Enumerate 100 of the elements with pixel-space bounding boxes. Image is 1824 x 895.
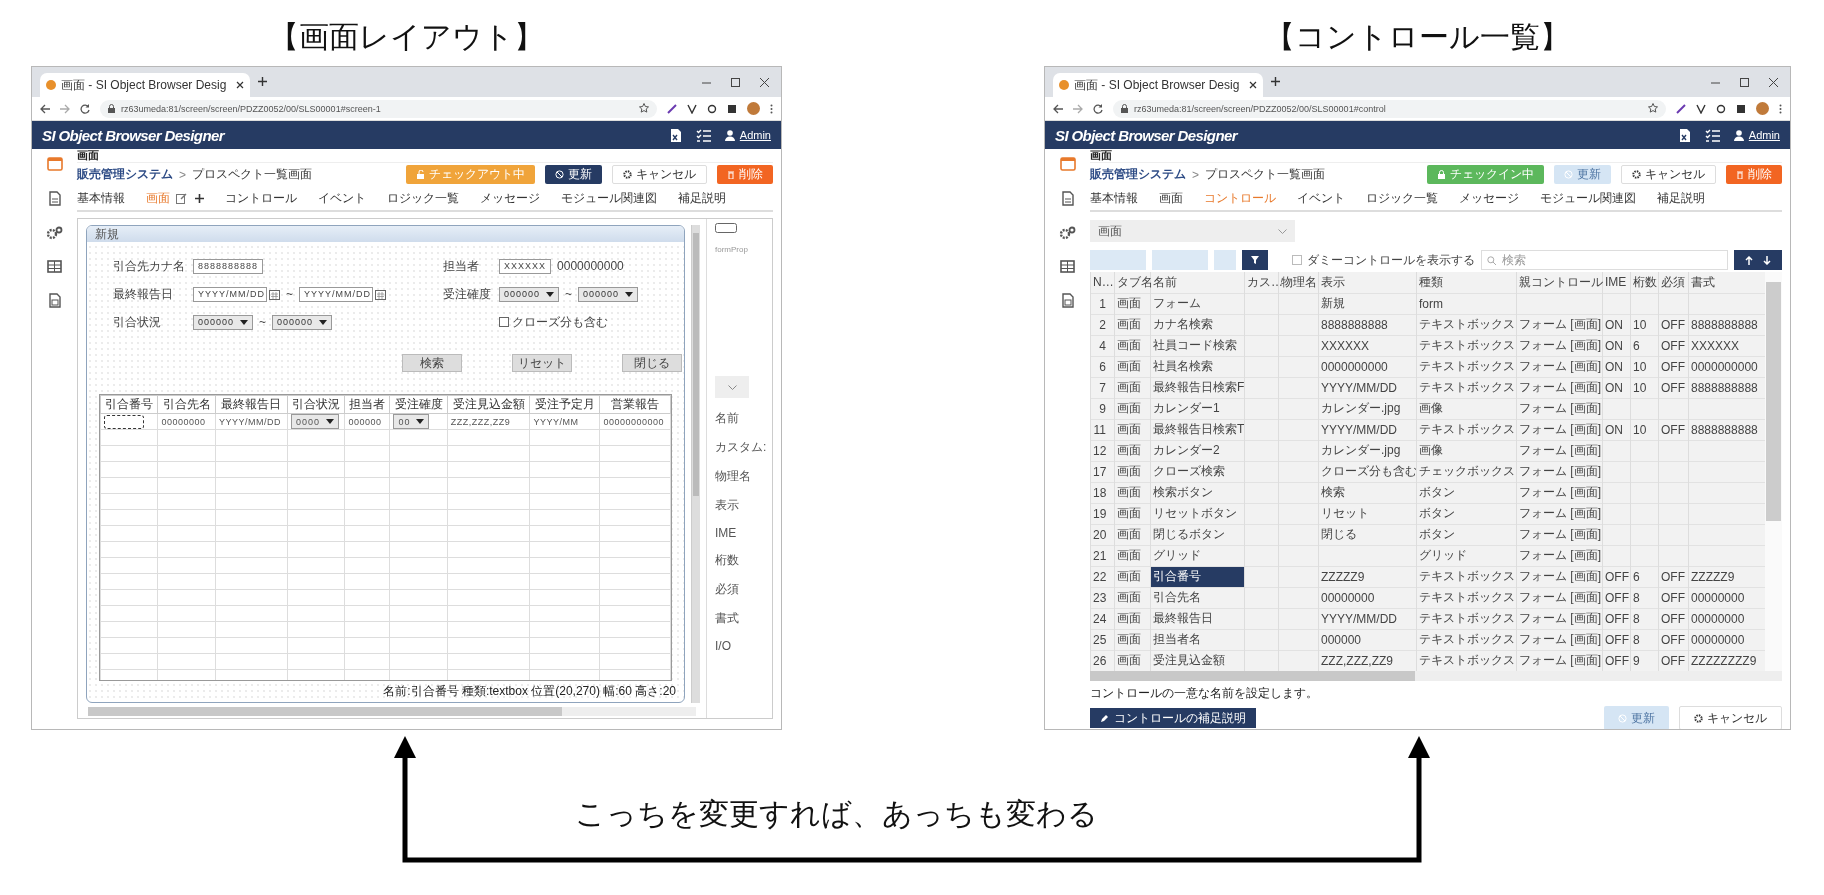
tab[interactable]: 画面 bbox=[1159, 189, 1183, 207]
filter-button[interactable] bbox=[1242, 250, 1268, 270]
window-icon[interactable] bbox=[46, 157, 63, 171]
scrollbar[interactable] bbox=[1764, 272, 1782, 671]
spreadsheet-icon[interactable] bbox=[669, 127, 682, 143]
window-icon[interactable] bbox=[1059, 157, 1076, 171]
table-cell[interactable]: リセットボタン bbox=[1150, 503, 1245, 524]
menu-icon[interactable] bbox=[1779, 103, 1782, 114]
pen-icon[interactable] bbox=[667, 103, 677, 114]
default-button[interactable]: キャンセル bbox=[612, 165, 707, 184]
maximize-icon[interactable] bbox=[1740, 77, 1749, 87]
tab[interactable]: 補足説明 bbox=[1657, 189, 1705, 207]
sync-icon[interactable] bbox=[1716, 103, 1726, 114]
document-icon[interactable] bbox=[48, 191, 61, 206]
browser-tab[interactable]: 画面 - SI Object Browser Desig bbox=[40, 73, 250, 97]
edit-icon[interactable] bbox=[176, 192, 187, 204]
dropdown[interactable]: 000000 bbox=[193, 314, 254, 330]
scrollbar[interactable] bbox=[1090, 671, 1782, 681]
reload-icon[interactable] bbox=[80, 103, 90, 114]
document-icon[interactable] bbox=[1061, 191, 1074, 206]
text-field[interactable]: 8888888888 bbox=[193, 258, 264, 274]
table-icon[interactable] bbox=[1060, 260, 1075, 273]
update-button[interactable]: 更新 bbox=[1554, 165, 1611, 184]
column-header[interactable]: 桁数 bbox=[1630, 272, 1659, 293]
maximize-icon[interactable] bbox=[731, 77, 740, 87]
table-cell[interactable]: 最終報告日 bbox=[1150, 608, 1245, 629]
close-icon[interactable] bbox=[760, 77, 769, 87]
tab[interactable]: ロジック一覧 bbox=[1366, 189, 1438, 207]
browser-tab[interactable]: 画面 - SI Object Browser Desig bbox=[1053, 73, 1263, 97]
square-icon[interactable] bbox=[1736, 103, 1746, 114]
table-cell[interactable]: 最終報告日検索T bbox=[1150, 419, 1245, 440]
calendar-icon[interactable] bbox=[269, 288, 280, 300]
form-button[interactable]: 検索 bbox=[402, 354, 462, 372]
report-icon[interactable] bbox=[1061, 293, 1074, 308]
gears-icon[interactable] bbox=[1059, 226, 1076, 240]
dropdown[interactable]: 000000 bbox=[272, 314, 333, 330]
dropdown[interactable]: 000000 bbox=[499, 286, 560, 302]
column-header[interactable]: 表示 bbox=[1318, 272, 1417, 293]
close-icon[interactable] bbox=[236, 81, 244, 89]
tab[interactable]: ロジック一覧 bbox=[387, 189, 459, 207]
default-button[interactable]: キャンセル bbox=[1621, 165, 1716, 184]
plus-icon[interactable] bbox=[195, 193, 204, 203]
plus-icon[interactable] bbox=[1271, 77, 1280, 86]
tab[interactable]: メッセージ bbox=[1459, 189, 1519, 207]
column-header[interactable]: 種類 bbox=[1416, 272, 1517, 293]
report-icon[interactable] bbox=[48, 293, 61, 308]
dropdown[interactable]: 0000 bbox=[291, 414, 340, 429]
table-cell[interactable]: カナ名検索 bbox=[1150, 314, 1245, 335]
screen-dropdown[interactable]: 画面 bbox=[1090, 220, 1295, 242]
table-cell[interactable]: フォーム bbox=[1150, 293, 1245, 314]
back-icon[interactable] bbox=[1053, 103, 1063, 114]
column-header[interactable]: 名前 bbox=[1150, 272, 1245, 293]
user-link[interactable]: Admin bbox=[739, 129, 771, 141]
form-button[interactable]: 閉じる bbox=[622, 354, 682, 372]
tab[interactable]: コントロール bbox=[225, 189, 297, 207]
column-header[interactable]: 親コントロール bbox=[1516, 272, 1603, 293]
checkbox[interactable] bbox=[499, 317, 509, 327]
column-header[interactable]: 書式 bbox=[1688, 272, 1765, 293]
checkbox[interactable] bbox=[1292, 255, 1302, 265]
table-cell[interactable]: カレンダー2 bbox=[1150, 440, 1245, 461]
column-header[interactable]: IME bbox=[1602, 272, 1631, 293]
tab[interactable]: イベント bbox=[318, 189, 366, 207]
date-field[interactable]: YYYY/MM/DD bbox=[193, 286, 267, 302]
dropdown[interactable]: 00 bbox=[393, 414, 430, 429]
tab[interactable]: 補足説明 bbox=[678, 189, 726, 207]
tab[interactable]: モジュール関連図 bbox=[1540, 189, 1636, 207]
table-icon[interactable] bbox=[47, 260, 62, 273]
text-field[interactable]: XXXXXX bbox=[499, 258, 552, 274]
pen-icon[interactable] bbox=[1676, 103, 1686, 114]
scrollbar[interactable] bbox=[691, 225, 700, 703]
note-button[interactable]: コントロールの補足説明 bbox=[1090, 708, 1256, 728]
table-cell[interactable]: 社員コード検索 bbox=[1150, 335, 1245, 356]
breadcrumb-link[interactable]: 販売管理システム bbox=[1090, 166, 1186, 183]
breadcrumb-link[interactable]: 販売管理システム bbox=[77, 166, 173, 183]
menu-icon[interactable] bbox=[770, 103, 773, 114]
primary-button[interactable]: 更新 bbox=[545, 165, 602, 184]
table-cell[interactable]: クローズ検索 bbox=[1150, 461, 1245, 482]
back-icon[interactable] bbox=[40, 103, 50, 114]
table-cell[interactable]: 閉じるボタン bbox=[1150, 524, 1245, 545]
checklist-icon[interactable] bbox=[695, 128, 711, 142]
cancel-button[interactable]: キャンセル bbox=[1679, 706, 1782, 729]
star-icon[interactable] bbox=[639, 102, 649, 113]
column-header[interactable]: 物理名 bbox=[1278, 272, 1319, 293]
column-header[interactable]: 必須 bbox=[1658, 272, 1689, 293]
search-field[interactable]: 検索 bbox=[1481, 250, 1728, 270]
tab[interactable]: イベント bbox=[1297, 189, 1345, 207]
address-bar[interactable]: rz63umeda:81/screen/screen/PDZZ0052/00/SLS00001#control bbox=[1113, 99, 1666, 118]
close-icon[interactable] bbox=[1769, 77, 1778, 87]
avatar-icon[interactable] bbox=[1756, 102, 1769, 115]
table-cell[interactable]: 引合先名 bbox=[1150, 587, 1245, 608]
spreadsheet-icon[interactable] bbox=[1678, 127, 1691, 143]
gears-icon[interactable] bbox=[46, 226, 63, 240]
square-icon[interactable] bbox=[727, 103, 737, 114]
table-cell[interactable]: 社員名検索 bbox=[1150, 356, 1245, 377]
sort-buttons[interactable] bbox=[1734, 250, 1782, 270]
form-button[interactable]: リセット bbox=[512, 354, 572, 372]
calendar-icon[interactable] bbox=[375, 288, 386, 300]
plus-icon[interactable] bbox=[258, 77, 267, 86]
selection-handles[interactable] bbox=[104, 414, 144, 429]
date-field[interactable]: YYYY/MM/DD bbox=[299, 286, 373, 302]
